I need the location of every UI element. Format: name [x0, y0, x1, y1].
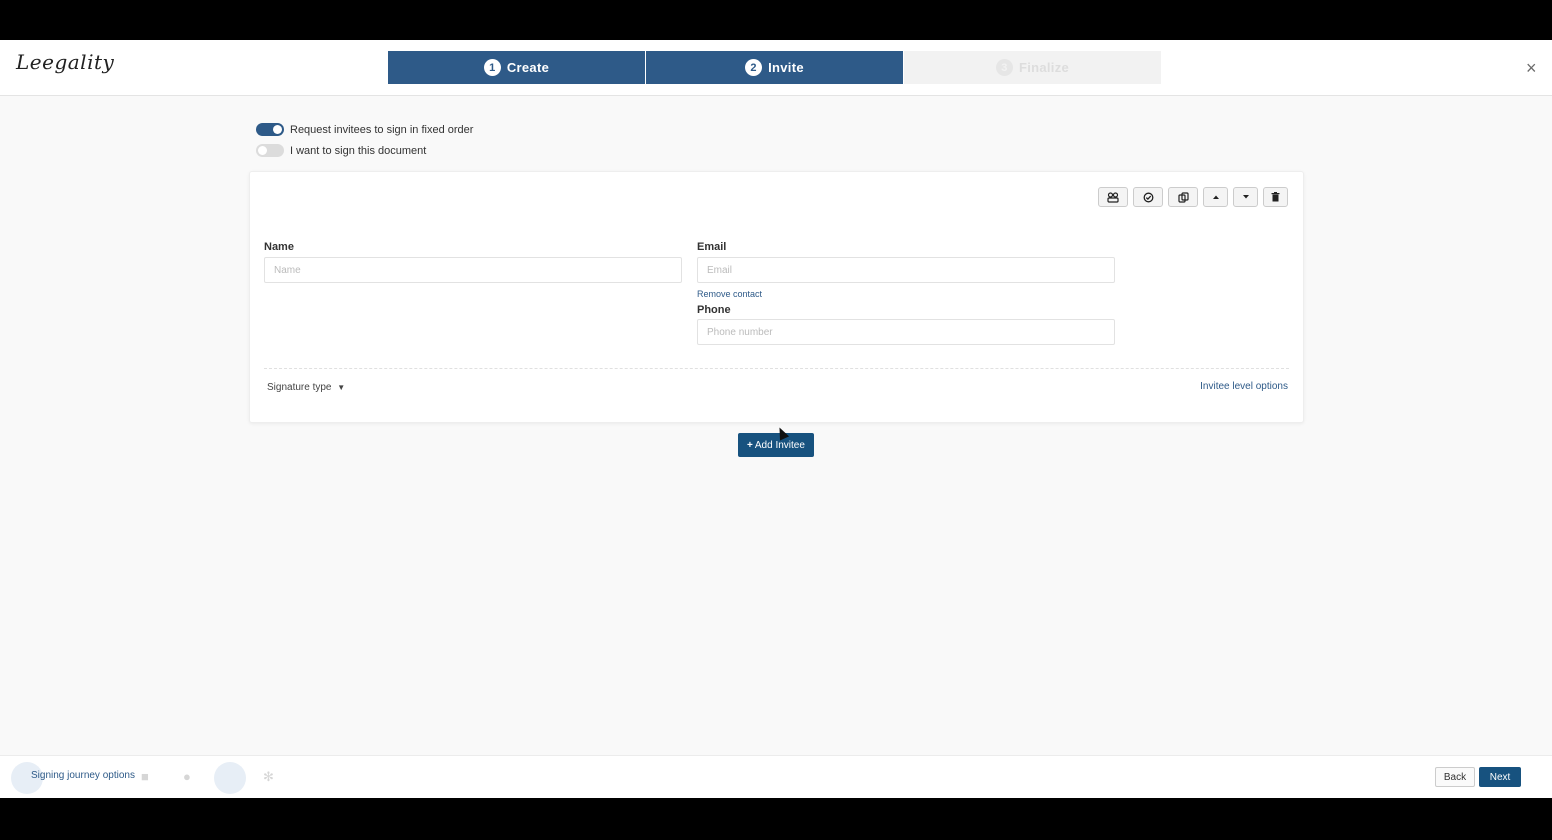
name-label: Name [264, 241, 294, 253]
group-icon[interactable] [1098, 187, 1128, 207]
email-label: Email [697, 241, 727, 253]
add-invitee-button[interactable]: + Add Invitee [738, 433, 814, 457]
signature-type-label: Signature type [267, 382, 332, 393]
next-button[interactable]: Next [1479, 767, 1521, 787]
name-input[interactable]: Name [264, 257, 682, 283]
step-create[interactable]: 1 Create [388, 51, 646, 84]
self-sign-label: I want to sign this document [290, 144, 427, 157]
fixed-order-row: Request invitees to sign in fixed order [256, 123, 473, 136]
mic-off-icon: ● [183, 769, 191, 784]
step-finalize-number: 3 [995, 59, 1013, 76]
email-input[interactable]: Email [697, 257, 1115, 283]
phone-label: Phone [697, 304, 731, 316]
close-icon[interactable]: × [1526, 58, 1537, 79]
app-logo: Leegality [16, 50, 115, 74]
card-divider [264, 368, 1289, 369]
invitee-card: Name Name Email Email Remove contact Pho… [249, 171, 1304, 423]
step-finalize-label: Finalize [1018, 60, 1070, 75]
trash-icon[interactable] [1263, 187, 1288, 207]
remove-contact-link[interactable]: Remove contact [697, 289, 762, 299]
caret-down-icon: ▼ [337, 383, 346, 392]
video-icon: ■ [141, 769, 149, 784]
check-circle-icon[interactable] [1133, 187, 1163, 207]
move-up-icon[interactable] [1203, 187, 1228, 207]
step-invite-number: 2 [745, 59, 763, 76]
plus-icon: + [747, 439, 753, 451]
bottom-bar: Signing journey options ■ ● ✻ Back Next [0, 755, 1552, 798]
signature-type-dropdown[interactable]: Signature type ▼ [267, 382, 345, 393]
fixed-order-toggle[interactable] [256, 123, 284, 136]
add-invitee-label: Add Invitee [754, 439, 805, 451]
back-button[interactable]: Back [1435, 767, 1475, 787]
invitee-actions [1098, 187, 1288, 207]
copy-icon[interactable] [1168, 187, 1198, 207]
toggle-knob [258, 146, 267, 155]
step-finalize[interactable]: 3 Finalize [904, 51, 1161, 84]
toggle-knob [273, 125, 282, 134]
app-screen: Leegality 1 Create 2 Invite 3 Finalize ×… [0, 40, 1552, 798]
step-invite[interactable]: 2 Invite [646, 51, 904, 84]
signing-journey-options-link[interactable]: Signing journey options [31, 770, 135, 781]
self-sign-toggle[interactable] [256, 144, 284, 157]
phone-input[interactable]: Phone number [697, 319, 1115, 345]
step-indicator: 1 Create 2 Invite 3 Finalize [388, 51, 1161, 84]
step-create-label: Create [506, 60, 550, 75]
step-invite-label: Invite [768, 60, 804, 75]
move-down-icon[interactable] [1233, 187, 1258, 207]
step-create-number: 1 [483, 59, 501, 76]
top-bar: Leegality 1 Create 2 Invite 3 Finalize × [0, 40, 1552, 96]
self-sign-row: I want to sign this document [256, 144, 426, 157]
fixed-order-label: Request invitees to sign in fixed order [290, 123, 474, 136]
invitee-level-options-link[interactable]: Invitee level options [1200, 381, 1288, 392]
record-circle [214, 762, 246, 794]
settings-icon: ✻ [263, 769, 274, 784]
